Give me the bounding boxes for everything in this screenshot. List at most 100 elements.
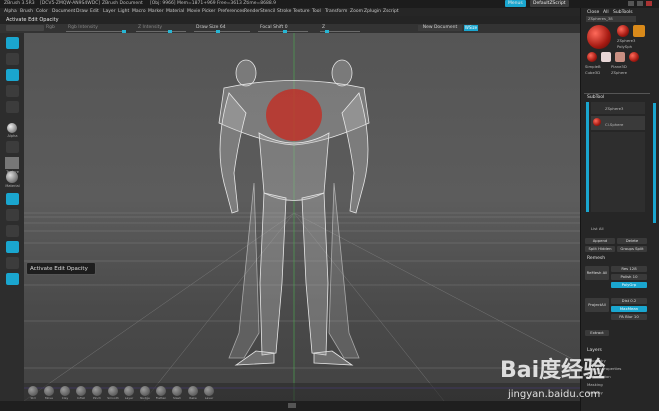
brush-inflat-icon[interactable] (76, 386, 86, 396)
brush-clay-icon[interactable] (60, 386, 70, 396)
subtool-scrollbar[interactable] (586, 102, 589, 212)
close-icon[interactable] (646, 1, 652, 6)
menu-zoom[interactable]: Zoom (350, 9, 363, 14)
tool-label-zsphere3: ZSphere3 (617, 38, 636, 43)
rotate-button[interactable] (6, 101, 19, 113)
menu-layer[interactable]: Layer (103, 9, 116, 14)
tool-subtools-label[interactable]: SubTools (613, 10, 633, 15)
maximize-icon[interactable] (637, 1, 643, 6)
brush-laver-icon[interactable] (204, 386, 214, 396)
zsphere-thumbnail-large[interactable] (587, 25, 611, 49)
menu-light[interactable]: Light (118, 9, 129, 14)
subtool-title[interactable]: SubTool (587, 95, 604, 100)
brush-flatten-icon[interactable] (156, 386, 166, 396)
rgb-intensity-slider[interactable] (66, 31, 126, 32)
zscript-s-icon[interactable] (633, 25, 645, 37)
project-all-button[interactable]: ProjectAll (585, 298, 609, 312)
menu-stroke[interactable]: Stroke (277, 9, 291, 14)
menu-texture[interactable]: Texture (293, 9, 309, 14)
menu-zplugin[interactable]: Zplugin (364, 9, 381, 14)
document-canvas[interactable] (24, 33, 580, 401)
menus-button[interactable]: Menus (505, 0, 526, 7)
menu-transform[interactable]: Transform (325, 9, 347, 14)
tool-all-label[interactable]: All (603, 10, 609, 15)
menu-render[interactable]: Render (244, 9, 260, 14)
move-button[interactable] (6, 69, 19, 81)
menu-tool[interactable]: Tool (312, 9, 321, 14)
draw-size-slider[interactable] (194, 31, 250, 32)
draw-button[interactable] (6, 53, 19, 65)
scale-button[interactable] (6, 85, 19, 97)
tool-thumb-zsphere[interactable] (629, 52, 639, 62)
rgb-toggle[interactable]: Rgb (46, 25, 55, 30)
groups-split-button[interactable]: Groups Split (617, 246, 647, 252)
brush-std-icon[interactable] (28, 386, 38, 396)
polygroup-button[interactable]: PolyGrp (611, 282, 647, 288)
brush-pinch-icon[interactable] (92, 386, 102, 396)
remesh-all-button[interactable]: ReMesh All (585, 266, 609, 280)
menu-material[interactable]: Material (166, 9, 184, 14)
menu-zscript[interactable]: Zscript (383, 9, 399, 14)
brush-rake-icon[interactable] (188, 386, 198, 396)
brush-nudge-label: Nudge (140, 396, 150, 400)
transp-button[interactable] (6, 257, 19, 269)
delete-button[interactable]: Delete (617, 238, 647, 244)
grid-button[interactable] (6, 225, 19, 237)
texture-icon[interactable] (5, 157, 19, 169)
tool-thumb-simpleb[interactable] (587, 52, 597, 62)
list-all-button[interactable]: List All (591, 226, 604, 231)
brush-slash-icon[interactable] (172, 386, 182, 396)
tool-name-field[interactable]: ZSpheres_38 (586, 16, 636, 22)
edit-opacity-button[interactable] (6, 273, 19, 285)
subtool-item-2[interactable]: Cl.Sphere (591, 116, 645, 130)
pa-blur-slider[interactable]: PA Blur 10 (611, 314, 647, 320)
menu-macro[interactable]: Macro (132, 9, 146, 14)
menu-draw[interactable]: Draw (76, 9, 88, 14)
color-swatch-button[interactable] (6, 209, 19, 221)
brush-layer-icon[interactable] (124, 386, 134, 396)
brush-nudge-icon[interactable] (140, 386, 150, 396)
tool-thumb-plane3d[interactable] (601, 52, 611, 62)
menu-document[interactable]: Document (52, 9, 75, 14)
brush-move-icon[interactable] (44, 386, 54, 396)
extract-button[interactable]: Extract (585, 330, 609, 336)
subtool-item-1[interactable]: ZSphere3 (591, 102, 645, 114)
menu-marker[interactable]: Marker (148, 9, 164, 14)
local-symmetry-button[interactable] (6, 241, 19, 253)
new-document-button[interactable]: New Document (418, 25, 462, 31)
menu-movie[interactable]: Movie (187, 9, 200, 14)
menu-stencil[interactable]: Stencil (260, 9, 275, 14)
menu-color[interactable]: Color (36, 9, 48, 14)
material-icon[interactable] (6, 171, 18, 183)
brush-smooth-icon[interactable] (108, 386, 118, 396)
menu-brush[interactable]: Brush (20, 9, 33, 14)
tooltip: Activate Edit Opacity (26, 262, 96, 275)
append-button[interactable]: Append (585, 238, 615, 244)
tool-thumb-cube3d[interactable] (615, 52, 625, 62)
z-intensity-slider[interactable] (136, 31, 186, 32)
symmetry-button[interactable] (6, 193, 19, 205)
default-zscript-button[interactable]: DefaultZScript (530, 0, 569, 7)
menu-edit[interactable]: Edit (90, 9, 99, 14)
expand-arrow-icon[interactable] (288, 403, 296, 408)
alpha-icon[interactable] (7, 123, 17, 133)
split-hidden-button[interactable]: Split Hidden (585, 246, 615, 252)
menu-picker[interactable]: Picker (202, 9, 215, 14)
remesh-title[interactable]: Remesh (587, 256, 605, 261)
projection-master-button[interactable] (6, 25, 44, 31)
tray-scrollbar[interactable] (653, 103, 656, 223)
stroke-icon[interactable] (6, 141, 19, 153)
selected-zsphere[interactable] (266, 89, 322, 141)
menu-alpha[interactable]: Alpha (4, 9, 17, 14)
maxmean-button[interactable]: MaxMean (611, 306, 647, 312)
tool-close-label[interactable]: Close (587, 10, 599, 15)
edit-mode-button[interactable] (6, 37, 19, 49)
zsphere-thumbnail-small[interactable] (617, 25, 629, 37)
polish-slider[interactable]: Polish 10 (611, 274, 647, 280)
res-slider[interactable]: Res 128 (611, 266, 647, 272)
minimize-icon[interactable] (628, 1, 634, 6)
brush-slash-label: Slash (172, 396, 182, 400)
wsize-button[interactable]: WSize (464, 25, 478, 31)
dist-slider[interactable]: Dist 0.2 (611, 298, 647, 304)
menu-preferences[interactable]: Preferences (218, 9, 244, 14)
